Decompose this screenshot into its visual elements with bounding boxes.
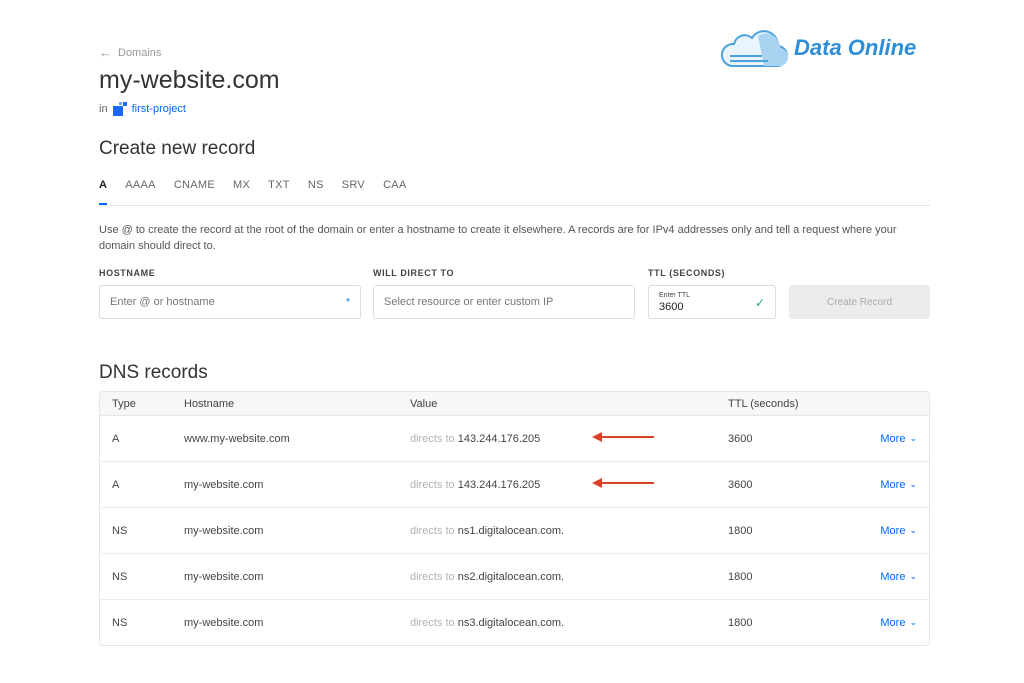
record-value-text: 143.244.176.205 — [457, 432, 541, 445]
tab-a[interactable]: A — [99, 179, 108, 205]
record-value: directs to 143.244.176.205 — [410, 433, 540, 445]
tab-ns[interactable]: NS — [308, 179, 324, 204]
arrow-left-icon: ← — [99, 45, 112, 60]
tab-mx[interactable]: MX — [233, 179, 250, 204]
tab-aaaa[interactable]: AAAA — [125, 179, 156, 204]
record-hostname: my-website.com — [184, 478, 264, 491]
record-value-text: ns1.digitalocean.com. — [457, 524, 565, 537]
more-menu-button[interactable]: More ⌄ — [880, 433, 917, 445]
record-ttl: 1800 — [728, 570, 753, 583]
ttl-small-label: Enter TTL — [659, 291, 690, 299]
record-value: directs to 143.244.176.205 — [410, 479, 540, 491]
project-indicator: in first-project — [99, 102, 186, 116]
hostname-label: HOSTNAME — [99, 268, 156, 278]
create-record-heading: Create new record — [99, 138, 256, 159]
record-ttl: 3600 — [728, 478, 753, 491]
directs-to-prefix: directs to — [410, 478, 455, 491]
table-row: Amy-website.com directs to 143.244.176.20… — [100, 462, 929, 508]
record-description: Use @ to create the record at the root o… — [99, 224, 897, 252]
table-header: Type Hostname Value TTL (seconds) — [100, 392, 929, 416]
record-ttl: 3600 — [728, 432, 753, 445]
header-hostname: Hostname — [184, 397, 235, 410]
ttl-value: 3600 — [659, 300, 684, 313]
checkmark-icon: ✓ — [754, 296, 765, 310]
more-label: More — [880, 478, 906, 491]
record-ttl: 1800 — [728, 616, 753, 629]
create-record-button[interactable]: Create Record — [789, 285, 930, 319]
more-menu-button[interactable]: More ⌄ — [880, 525, 917, 537]
dns-records-heading: DNS records — [99, 362, 208, 383]
table-row: NS my-website.com directs to ns3.digitaloc… — [100, 600, 929, 645]
chevron-down-icon: ⌄ — [909, 617, 917, 627]
page-title: my-website.com — [99, 66, 280, 94]
table-row: NS my-website.com directs to ns1.digitaloc… — [100, 508, 929, 554]
record-value-text: ns3.digitalocean.com. — [457, 616, 565, 629]
record-ttl: 1800 — [728, 524, 753, 537]
directs-to-prefix: directs to — [410, 570, 455, 583]
record-value: directs to ns3.digitalocean.com. — [410, 617, 564, 629]
record-type: A — [112, 432, 120, 445]
chevron-down-icon: ⌄ — [909, 433, 917, 443]
more-menu-button[interactable]: More ⌄ — [880, 479, 917, 491]
more-label: More — [880, 570, 906, 583]
record-value: directs to ns1.digitalocean.com. — [410, 525, 564, 537]
project-icon — [112, 102, 127, 116]
record-value-text: ns2.digitalocean.com. — [457, 570, 565, 583]
record-type-tabs: A AAAA CNAME MX TXT NS SRV CAA — [99, 179, 930, 206]
ttl-label: TTL (SECONDS) — [648, 268, 726, 278]
back-to-domains-link[interactable]: ← Domains — [99, 45, 161, 60]
record-type: NS — [112, 570, 128, 583]
hostname-placeholder: Enter @ or hostname — [110, 296, 215, 308]
directs-to-prefix: directs to — [410, 524, 455, 537]
record-hostname: my-website.com — [184, 616, 264, 629]
red-arrow-icon — [592, 478, 654, 488]
project-link[interactable]: first-project — [132, 103, 186, 115]
will-direct-to-input[interactable]: Select resource or enter custom IP — [373, 285, 635, 319]
tab-cname[interactable]: CNAME — [174, 179, 215, 204]
record-value-text: 143.244.176.205 — [457, 478, 541, 491]
more-label: More — [880, 524, 906, 537]
ttl-input[interactable]: Enter TTL 3600 ✓ — [648, 285, 776, 319]
more-label: More — [880, 432, 906, 445]
direct-placeholder: Select resource or enter custom IP — [384, 296, 554, 308]
record-hostname: www.my-website.com — [184, 432, 290, 445]
header-type: Type — [112, 397, 136, 410]
chevron-down-icon: ⌄ — [909, 571, 917, 581]
header-ttl: TTL (seconds) — [728, 397, 799, 410]
tab-srv[interactable]: SRV — [342, 179, 365, 204]
header-value: Value — [410, 397, 438, 410]
cloud-icon — [720, 30, 788, 68]
tab-caa[interactable]: CAA — [383, 179, 407, 204]
back-link-label: Domains — [118, 46, 162, 59]
brand-logo: Data Online — [718, 26, 916, 70]
record-type: A — [112, 478, 120, 491]
chevron-down-icon: ⌄ — [909, 525, 917, 535]
tab-txt[interactable]: TXT — [268, 179, 290, 204]
required-asterisk-icon: * — [346, 296, 350, 308]
table-row: Awww.my-website.com directs to 143.244.17… — [100, 416, 929, 462]
logo-text: Data Online — [794, 35, 917, 60]
more-menu-button[interactable]: More ⌄ — [880, 617, 917, 629]
record-value: directs to ns2.digitalocean.com. — [410, 571, 564, 583]
directs-to-prefix: directs to — [410, 616, 455, 629]
record-type: NS — [112, 524, 128, 537]
dns-records-table: Type Hostname Value TTL (seconds) Awww.m… — [99, 391, 930, 646]
more-menu-button[interactable]: More ⌄ — [880, 571, 917, 583]
record-hostname: my-website.com — [184, 570, 264, 583]
directs-to-prefix: directs to — [410, 432, 455, 445]
record-type: NS — [112, 616, 128, 629]
red-arrow-icon — [592, 432, 654, 442]
record-hostname: my-website.com — [184, 524, 264, 537]
table-row: NS my-website.com directs to ns2.digitaloc… — [100, 554, 929, 600]
will-direct-to-label: WILL DIRECT TO — [373, 268, 455, 278]
hostname-input[interactable]: Enter @ or hostname * — [99, 285, 361, 319]
in-label: in — [99, 103, 108, 115]
chevron-down-icon: ⌄ — [909, 479, 917, 489]
more-label: More — [880, 616, 906, 629]
